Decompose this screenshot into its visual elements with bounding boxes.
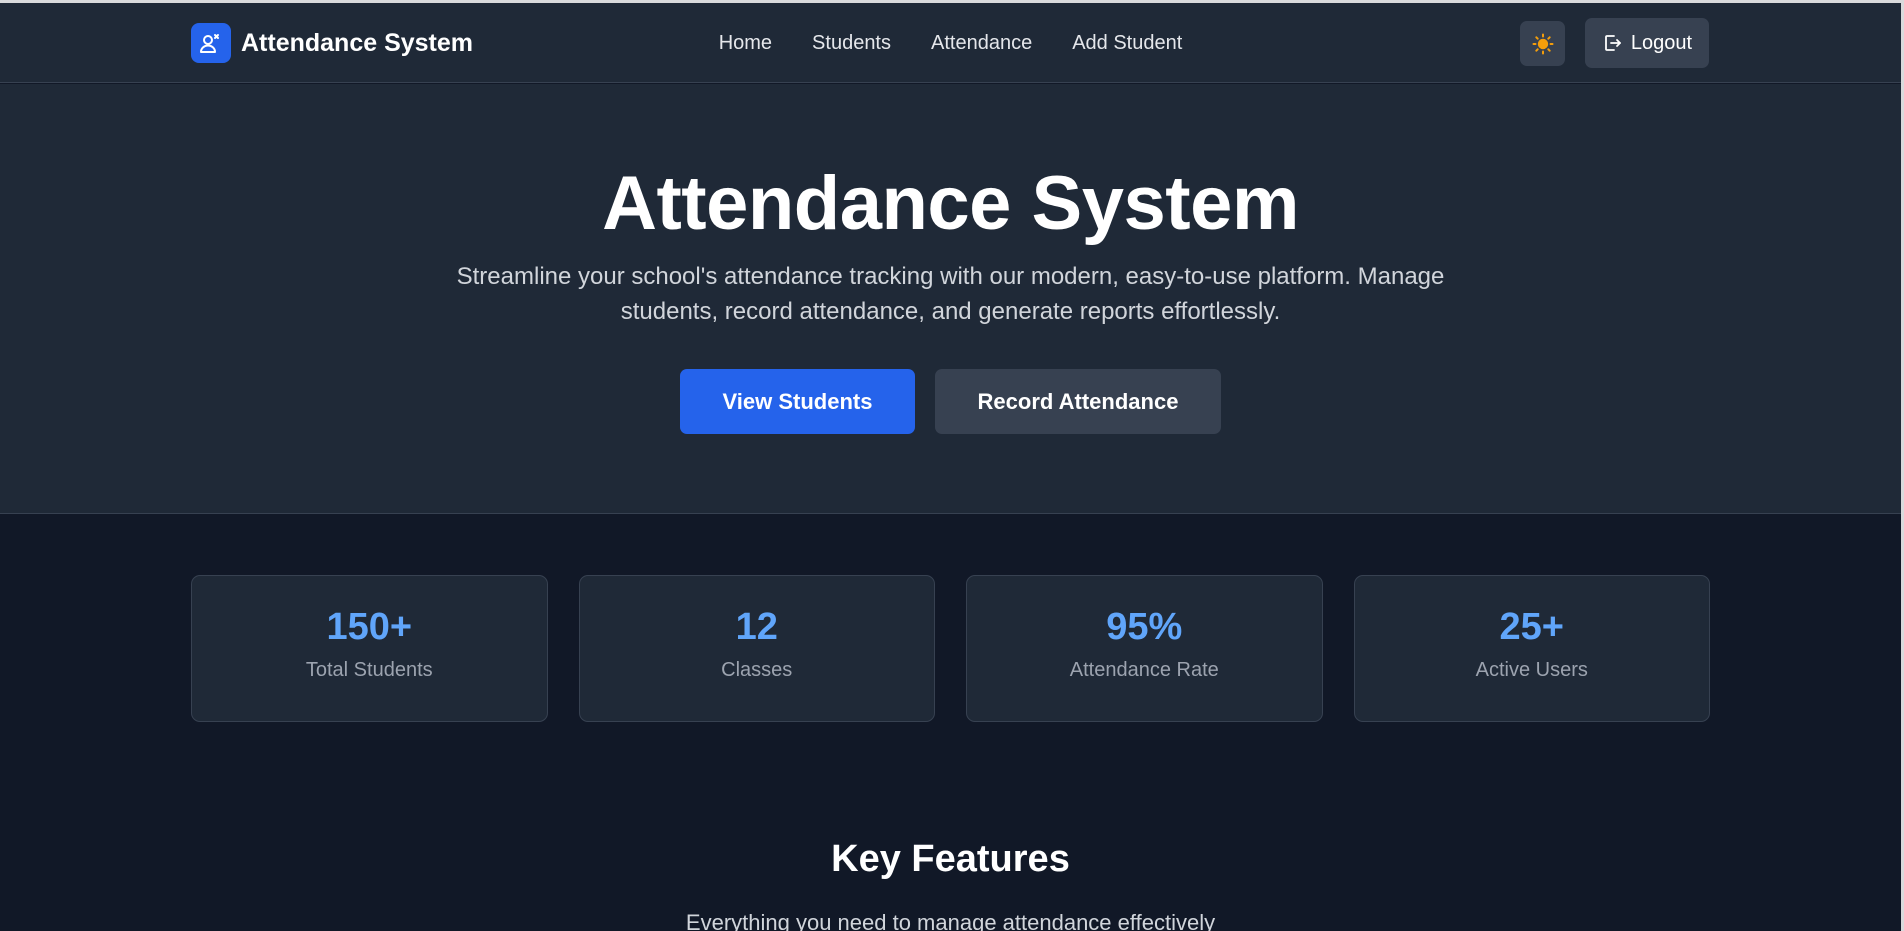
- navbar: Attendance System Home Students Attendan…: [0, 3, 1901, 83]
- features-subtitle: Everything you need to manage attendance…: [685, 910, 1216, 931]
- user-check-icon: [191, 23, 231, 63]
- sun-icon: [1532, 33, 1553, 54]
- view-students-button[interactable]: View Students: [680, 369, 915, 434]
- stat-card-active-users: 25+ Active Users: [1353, 575, 1710, 722]
- stat-card-total-students: 150+ Total Students: [191, 575, 548, 722]
- stat-label: Classes: [721, 659, 793, 681]
- logout-icon: [1605, 35, 1621, 51]
- hero-title: Attendance System: [602, 161, 1299, 246]
- stat-label: Total Students: [305, 659, 433, 681]
- brand-title: Attendance System: [241, 28, 474, 57]
- stat-card-classes: 12 Classes: [578, 575, 935, 722]
- stat-value: 150+: [326, 606, 413, 648]
- logout-button[interactable]: Logout: [1585, 18, 1709, 68]
- stat-card-attendance-rate: 95% Attendance Rate: [966, 575, 1323, 722]
- nav-link-home[interactable]: Home: [719, 32, 772, 55]
- nav-link-add-student[interactable]: Add Student: [1072, 32, 1182, 55]
- stat-label: Active Users: [1475, 659, 1588, 681]
- stat-value: 25+: [1499, 606, 1564, 648]
- stat-label: Attendance Rate: [1069, 659, 1219, 681]
- brand[interactable]: Attendance System: [191, 23, 473, 63]
- features-title: Key Features: [831, 838, 1070, 880]
- hero-section: Attendance System Streamline your school…: [0, 84, 1901, 514]
- stats-section: 150+ Total Students 12 Classes 95% Atten…: [191, 575, 1710, 722]
- hero-buttons: View Students Record Attendance: [0, 369, 1901, 434]
- hero-description: Streamline your school's attendance trac…: [456, 263, 1445, 325]
- theme-toggle-button[interactable]: [1520, 21, 1565, 66]
- stat-value: 95%: [1106, 606, 1183, 648]
- logout-label: Logout: [1630, 31, 1693, 54]
- record-attendance-button[interactable]: Record Attendance: [935, 369, 1221, 434]
- stat-value: 12: [735, 606, 778, 648]
- nav-link-students[interactable]: Students: [812, 32, 891, 55]
- nav-link-attendance[interactable]: Attendance: [931, 32, 1032, 55]
